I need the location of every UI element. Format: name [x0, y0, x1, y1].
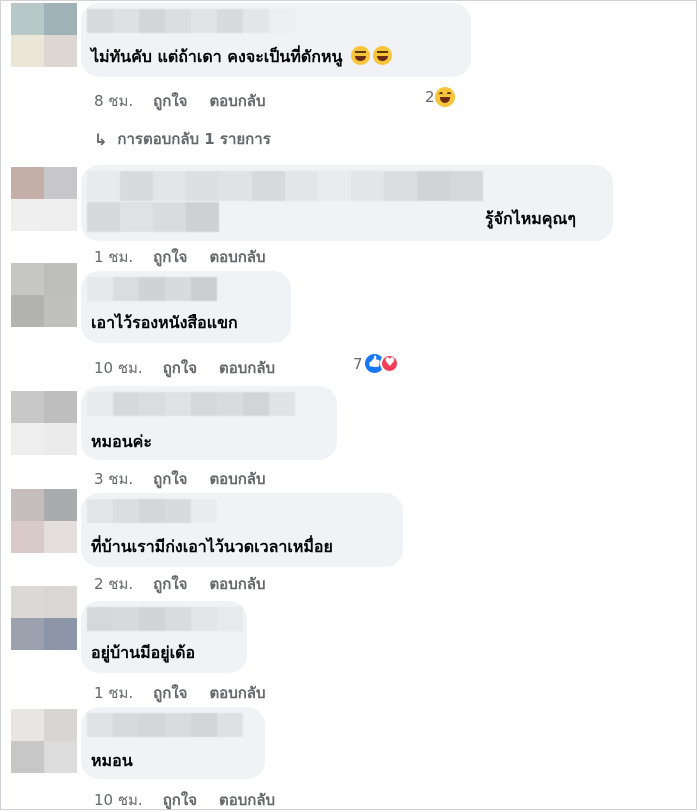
like-link[interactable]: ถูกใจ: [153, 89, 187, 113]
comment-time[interactable]: 10 ชม.: [94, 356, 143, 380]
comment-bubble: หมอน: [81, 707, 265, 779]
comment-time[interactable]: 8 ชม.: [94, 89, 133, 113]
reply-link[interactable]: ตอบกลับ: [219, 788, 275, 812]
comment-bubble: ที่บ้านเรามีก่งเอาไว้นวดเวลาเหมื่อย: [81, 493, 403, 567]
commenter-name-blurred[interactable]: [87, 713, 243, 737]
comment-bubble: เอาไว้รองหนังสือแขก: [81, 271, 291, 343]
reply-link[interactable]: ตอบกลับ: [209, 89, 265, 113]
like-link[interactable]: ถูกใจ: [163, 788, 197, 812]
grinning-emoji-icon: [351, 46, 371, 65]
commenter-name-blurred[interactable]: [87, 607, 243, 631]
comment-bubble: รู้จักไหมคุณๆ: [81, 165, 613, 241]
reply-link[interactable]: ตอบกลับ: [209, 467, 265, 491]
grinning-emoji-icon: [373, 46, 393, 65]
avatar[interactable]: [11, 586, 77, 650]
reaction-summary[interactable]: 2: [425, 87, 455, 107]
comment-meta: 8 ชม. ถูกใจ ตอบกลับ: [94, 89, 266, 113]
avatar[interactable]: [11, 167, 77, 231]
comment-time[interactable]: 3 ชม.: [94, 467, 133, 491]
like-link[interactable]: ถูกใจ: [153, 572, 187, 596]
avatar[interactable]: [11, 709, 77, 773]
commenter-name-blurred[interactable]: [87, 277, 217, 301]
like-link[interactable]: ถูกใจ: [153, 681, 187, 705]
commenter-name-blurred[interactable]: [87, 499, 217, 523]
reply-link[interactable]: ตอบกลับ: [209, 572, 265, 596]
avatar[interactable]: [11, 391, 77, 455]
comment-text: เอาไว้รองหนังสือแขก: [91, 313, 238, 332]
comment-meta: 1 ชม. ถูกใจ ตอบกลับ: [94, 245, 266, 269]
reply-link[interactable]: ตอบกลับ: [209, 681, 265, 705]
commenter-name-blurred[interactable]: [87, 171, 487, 233]
comment-text: ที่บ้านเรามีก่งเอาไว้นวดเวลาเหมื่อย: [91, 537, 333, 556]
like-link[interactable]: ถูกใจ: [153, 467, 187, 491]
avatar[interactable]: [11, 3, 77, 67]
like-link[interactable]: ถูกใจ: [153, 245, 187, 269]
reaction-summary[interactable]: 7: [353, 354, 399, 373]
reply-link[interactable]: ตอบกลับ: [209, 245, 265, 269]
commenter-name-blurred[interactable]: [87, 9, 295, 33]
comment-meta: 1 ชม. ถูกใจ ตอบกลับ: [94, 681, 266, 705]
comment-meta: 10 ชม. ถูกใจ ตอบกลับ: [94, 788, 275, 812]
reply-arrow-icon: ↳: [94, 129, 108, 149]
view-replies-link[interactable]: ↳ การตอบกลับ 1 รายการ: [94, 127, 271, 151]
commenter-name-blurred[interactable]: [87, 392, 295, 416]
comment-meta: 10 ชม. ถูกใจ ตอบกลับ: [94, 356, 275, 380]
comment-time[interactable]: 10 ชม.: [94, 788, 143, 812]
comment-bubble: อยู่บ้านมีอยู่เด้อ: [81, 601, 247, 673]
comment-bubble: หมอนค่ะ: [81, 386, 337, 460]
avatar[interactable]: [11, 263, 77, 327]
like-link[interactable]: ถูกใจ: [163, 356, 197, 380]
comment-meta: 2 ชม. ถูกใจ ตอบกลับ: [94, 572, 266, 596]
comment-text: รู้จักไหมคุณๆ: [485, 209, 576, 228]
comment-text: ไม่ทันคับ แต่ถ้าเดา คงจะเป็นที่ดักหนู: [91, 45, 393, 70]
comment-time[interactable]: 1 ชม.: [94, 245, 133, 269]
comment-text: หมอน: [91, 751, 133, 770]
comments-panel: ไม่ทันคับ แต่ถ้าเดา คงจะเป็นที่ดักหนู 8 …: [0, 0, 697, 810]
reaction-count: 2: [425, 88, 435, 106]
comment-time[interactable]: 1 ชม.: [94, 681, 133, 705]
comment-text: อยู่บ้านมีอยู่เด้อ: [91, 643, 196, 662]
comment-meta: 3 ชม. ถูกใจ ตอบกลับ: [94, 467, 266, 491]
reaction-count: 7: [353, 354, 363, 373]
reply-link[interactable]: ตอบกลับ: [219, 356, 275, 380]
comment-text: หมอนค่ะ: [91, 432, 152, 451]
love-reaction-icon: [379, 354, 399, 373]
comment-time[interactable]: 2 ชม.: [94, 572, 133, 596]
comment-bubble: ไม่ทันคับ แต่ถ้าเดา คงจะเป็นที่ดักหนู: [81, 3, 471, 77]
haha-emoji-icon: [434, 87, 455, 107]
replies-label: การตอบกลับ 1 รายการ: [117, 130, 271, 148]
avatar[interactable]: [11, 489, 77, 553]
